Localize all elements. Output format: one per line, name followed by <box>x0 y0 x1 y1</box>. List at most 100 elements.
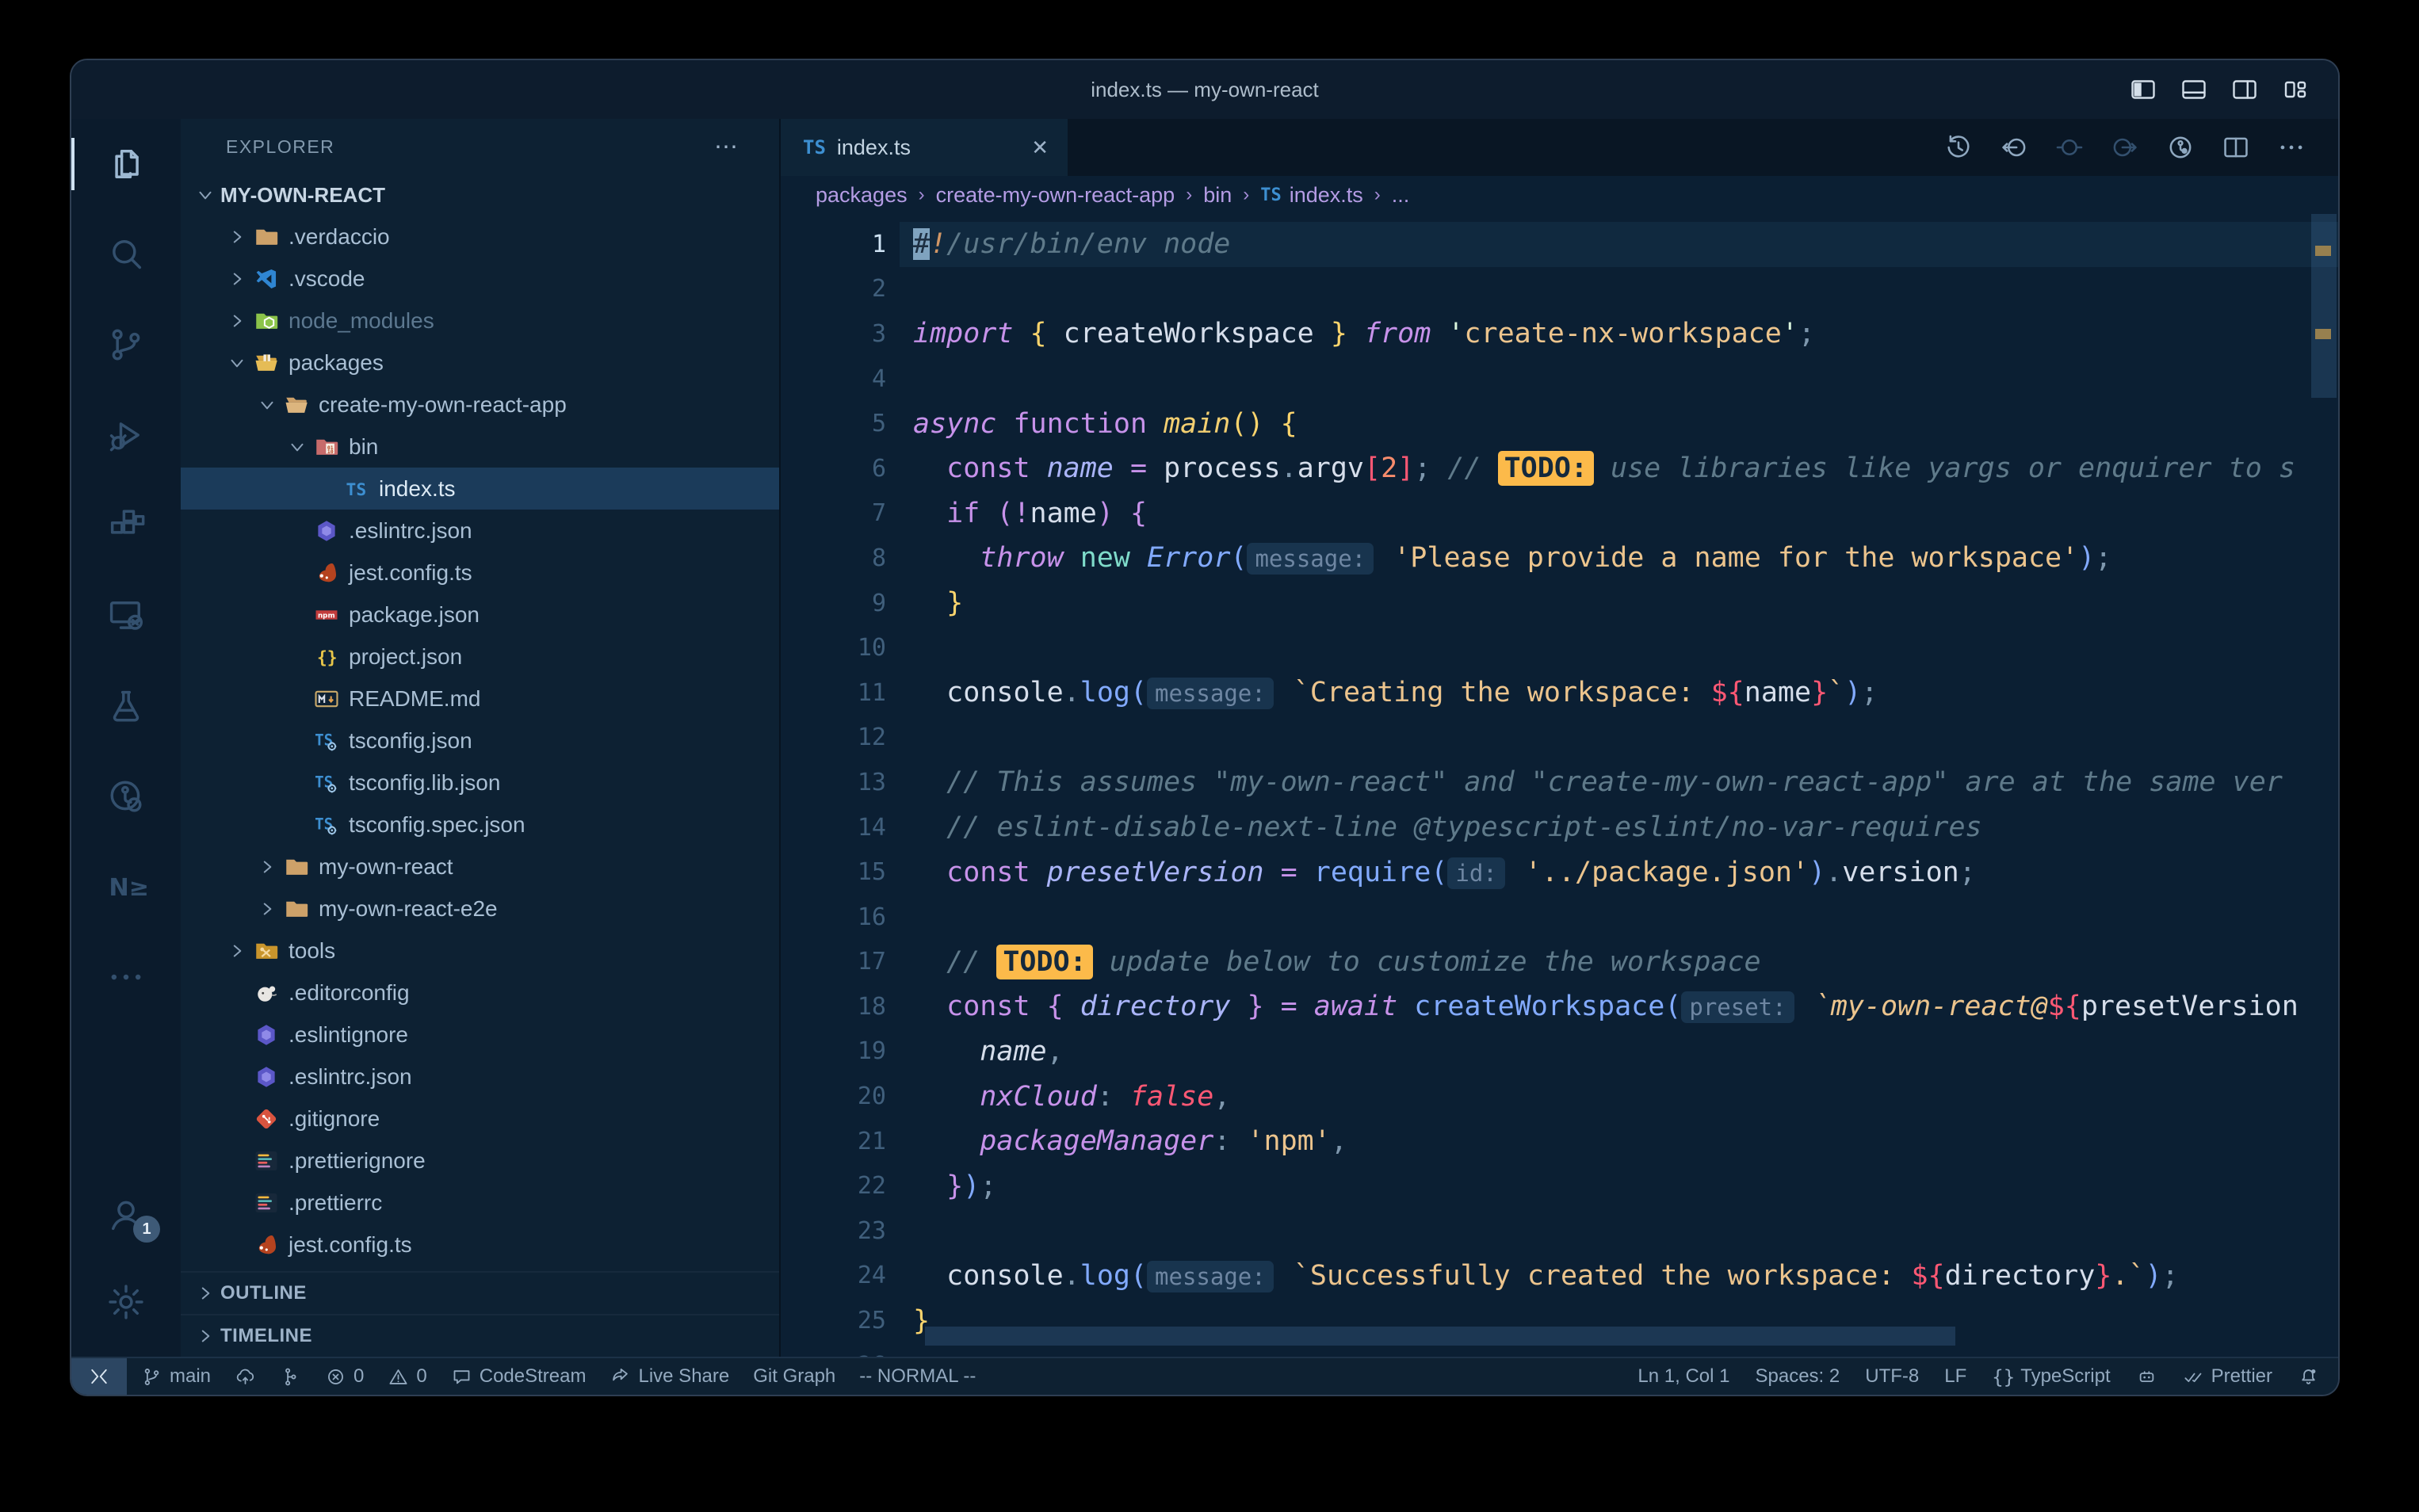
circle-dim-icon[interactable] <box>2054 132 2085 162</box>
status-publish-changes[interactable] <box>235 1366 256 1388</box>
tree-item-.vscode[interactable]: .vscode <box>181 258 779 300</box>
activity-item-extensions[interactable] <box>71 480 181 571</box>
tree-item-my-own-react-e2e[interactable]: my-own-react-e2e <box>181 888 779 930</box>
status-cursor-position[interactable]: Ln 1, Col 1 <box>1638 1365 1729 1388</box>
tree-item-.prettierignore[interactable]: .prettierignore <box>181 1140 779 1182</box>
git-compare-icon[interactable] <box>2165 132 2195 162</box>
chevron-down-icon[interactable] <box>282 437 312 457</box>
code-line-16[interactable]: 16 <box>781 895 2338 940</box>
breadcrumb-item-bin[interactable]: bin <box>1203 183 1232 208</box>
code-line-8[interactable]: 8 throw new Error(message: 'Please provi… <box>781 536 2338 581</box>
horizontal-scrollbar[interactable] <box>925 1327 1955 1346</box>
chevron-right-icon[interactable] <box>222 227 252 247</box>
chevron-right-icon[interactable] <box>222 269 252 289</box>
status-vim-mode[interactable]: -- NORMAL -- <box>859 1365 976 1388</box>
tree-item-node_modules[interactable]: node_modules <box>181 300 779 342</box>
status-prettier[interactable]: Prettier <box>2183 1365 2272 1388</box>
minimize-window-button[interactable] <box>104 83 117 96</box>
zoom-window-button[interactable] <box>125 83 138 96</box>
tree-item-jest.config.ts[interactable]: jest.config.ts <box>181 552 779 594</box>
tree-item-.eslintignore[interactable]: .eslintignore <box>181 1014 779 1056</box>
status-git-branch[interactable]: main <box>141 1365 211 1388</box>
tree-item-packages[interactable]: packages <box>181 342 779 384</box>
tree-item-bin[interactable]: 0110bin <box>181 426 779 468</box>
status-git-graph[interactable]: Git Graph <box>753 1365 835 1388</box>
code-line-22[interactable]: 22 }); <box>781 1163 2338 1208</box>
chevron-down-icon[interactable] <box>252 395 282 415</box>
chevron-right-icon[interactable] <box>222 941 252 961</box>
code-line-19[interactable]: 19 name, <box>781 1029 2338 1075</box>
tree-item-.prettierrc[interactable]: .prettierrc <box>181 1182 779 1224</box>
toggle-panel-icon[interactable] <box>2180 75 2208 104</box>
code-line-6[interactable]: 6 const name = process.argv[2]; // TODO:… <box>781 446 2338 491</box>
code-line-13[interactable]: 13 // This assumes "my-own-react" and "c… <box>781 760 2338 805</box>
chevron-right-icon[interactable] <box>252 899 282 919</box>
status-language-mode[interactable]: {}TypeScript <box>1992 1365 2110 1388</box>
code-line-4[interactable]: 4 <box>781 357 2338 402</box>
tree-item-index.ts[interactable]: TSindex.ts <box>181 468 779 510</box>
toggle-primary-sidebar-icon[interactable] <box>2129 75 2157 104</box>
tree-item-tools[interactable]: tools <box>181 930 779 972</box>
close-tab-icon[interactable]: ✕ <box>1031 136 1049 160</box>
activity-item-explorer[interactable] <box>71 119 181 209</box>
tree-item-.gitignore[interactable]: .gitignore <box>181 1098 779 1140</box>
status-notifications[interactable] <box>2298 1366 2319 1388</box>
activity-item-gitlens[interactable] <box>71 751 181 842</box>
tree-item-.verdaccio[interactable]: .verdaccio <box>181 216 779 258</box>
tree-item-package.json[interactable]: npmpackage.json <box>181 594 779 636</box>
status-indentation[interactable]: Spaces: 2 <box>1756 1365 1840 1388</box>
tree-item-README.md[interactable]: README.md <box>181 678 779 720</box>
status-encoding[interactable]: UTF-8 <box>1865 1365 1919 1388</box>
status-problems-warnings[interactable]: 0 <box>388 1365 426 1388</box>
vertical-scrollbar[interactable] <box>2311 214 2337 398</box>
activity-item-settings[interactable] <box>71 1258 181 1346</box>
code-line-17[interactable]: 17 // TODO: update below to customize th… <box>781 940 2338 985</box>
code-line-21[interactable]: 21 packageManager: 'npm', <box>781 1119 2338 1164</box>
code-line-2[interactable]: 2 <box>781 267 2338 312</box>
breadcrumb-item-packages[interactable]: packages <box>816 183 908 208</box>
chevron-right-icon[interactable] <box>252 857 282 877</box>
outline-panel-header[interactable]: OUTLINE <box>181 1271 779 1314</box>
timeline-panel-header[interactable]: TIMELINE <box>181 1314 779 1357</box>
status-live-share[interactable]: Live Share <box>610 1365 729 1388</box>
activity-item-run-and-debug[interactable] <box>71 390 181 480</box>
code-line-1[interactable]: 1#!/usr/bin/env node <box>781 222 2338 267</box>
code-line-9[interactable]: 9 } <box>781 581 2338 626</box>
status-eol-sequence[interactable]: LF <box>1944 1365 1966 1388</box>
activity-item-remote-explorer[interactable] <box>71 571 181 661</box>
tree-item-my-own-react[interactable]: my-own-react <box>181 846 779 888</box>
activity-item-nx-console[interactable]: N≥ <box>71 842 181 932</box>
tree-item-tsconfig.spec.json[interactable]: TStsconfig.spec.json <box>181 804 779 846</box>
timeline-icon[interactable] <box>1943 132 1974 162</box>
explorer-more-actions-icon[interactable]: ⋯ <box>714 133 739 161</box>
chevron-down-icon[interactable] <box>222 353 252 373</box>
tree-item-create-my-own-react-app[interactable]: create-my-own-react-app <box>181 384 779 426</box>
tree-item-.eslintrc.json[interactable]: .eslintrc.json <box>181 1056 779 1098</box>
code-line-24[interactable]: 24 console.log(message: `Successfully cr… <box>781 1254 2338 1299</box>
split-editor-icon[interactable] <box>2221 132 2251 162</box>
code-line-23[interactable]: 23 <box>781 1208 2338 1254</box>
status-pipeline[interactable] <box>280 1366 301 1388</box>
tree-item-tsconfig.lib.json[interactable]: TStsconfig.lib.json <box>181 762 779 804</box>
code-line-15[interactable]: 15 const presetVersion = require(id: '..… <box>781 850 2338 895</box>
code-line-11[interactable]: 11 console.log(message: `Creating the wo… <box>781 670 2338 716</box>
code-line-3[interactable]: 3import { createWorkspace } from 'create… <box>781 311 2338 357</box>
nav-forward-icon[interactable] <box>2110 132 2140 162</box>
code-line-7[interactable]: 7 if (!name) { <box>781 491 2338 536</box>
status-remote-indicator[interactable] <box>71 1358 127 1395</box>
tab-index-ts[interactable]: TS index.ts ✕ <box>781 119 1068 176</box>
activity-item-additional-views[interactable] <box>71 932 181 1022</box>
status-copilot[interactable] <box>2136 1366 2157 1388</box>
nav-back-icon[interactable] <box>1999 132 2029 162</box>
chevron-right-icon[interactable] <box>222 311 252 331</box>
toggle-secondary-sidebar-icon[interactable] <box>2230 75 2259 104</box>
breadcrumb-item-create-my-own-react-app[interactable]: create-my-own-react-app <box>936 183 1175 208</box>
tree-item-jest.config.ts[interactable]: jest.config.ts <box>181 1224 779 1266</box>
breadcrumb-item-index.ts[interactable]: TSindex.ts <box>1260 183 1363 208</box>
customize-layout-icon[interactable] <box>2281 75 2310 104</box>
code-line-5[interactable]: 5async function main() { <box>781 401 2338 446</box>
workspace-root-item[interactable]: MY-OWN-REACT <box>181 174 779 216</box>
code-line-14[interactable]: 14 // eslint-disable-next-line @typescri… <box>781 805 2338 850</box>
activity-item-testing[interactable] <box>71 661 181 751</box>
activity-item-source-control[interactable] <box>71 300 181 390</box>
